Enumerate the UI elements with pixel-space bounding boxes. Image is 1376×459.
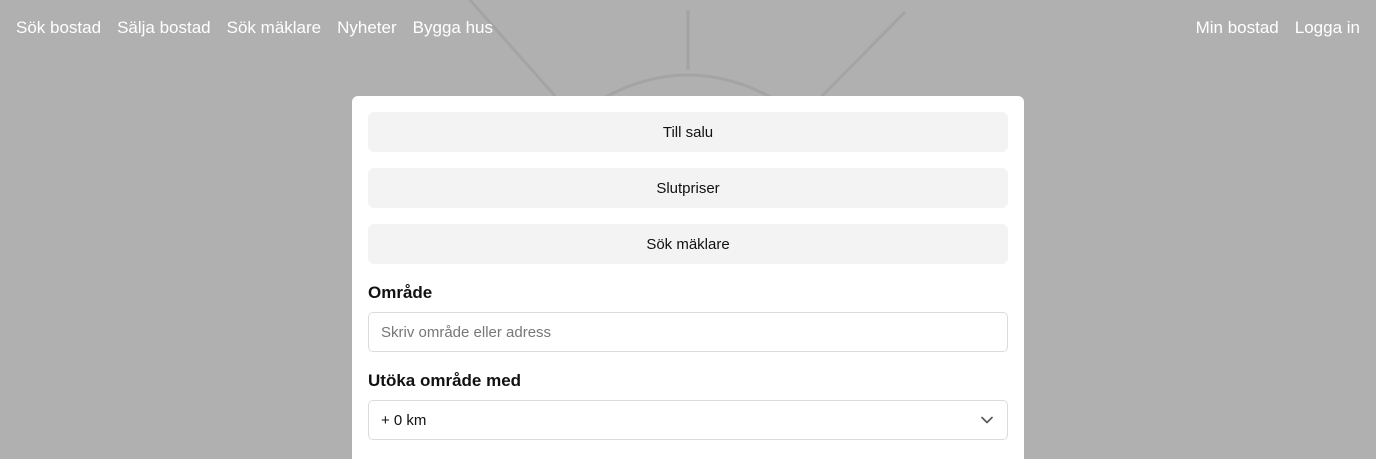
mode-button-sok-maklare[interactable]: Sök mäklare (368, 224, 1008, 264)
account-nav-links: Min bostad Logga in (1196, 17, 1360, 39)
nav-link-nyheter[interactable]: Nyheter (337, 17, 397, 39)
extend-area-select[interactable]: + 0 km (368, 400, 1008, 440)
chevron-down-icon (979, 412, 995, 428)
extend-area-label: Utöka område med (368, 371, 522, 390)
primary-nav-links: Sök bostad Sälja bostad Sök mäklare Nyhe… (16, 17, 493, 39)
nav-link-min-bostad[interactable]: Min bostad (1196, 17, 1279, 39)
mode-button-slutpriser[interactable]: Slutpriser (368, 168, 1008, 208)
mode-button-till-salu[interactable]: Till salu (368, 112, 1008, 152)
nav-link-logga-in[interactable]: Logga in (1295, 17, 1360, 39)
nav-link-sok-bostad[interactable]: Sök bostad (16, 17, 101, 39)
extend-area-selected-value: + 0 km (381, 411, 427, 429)
nav-link-salja-bostad[interactable]: Sälja bostad (117, 17, 211, 39)
nav-link-bygga-hus[interactable]: Bygga hus (413, 17, 493, 39)
area-search-input[interactable] (368, 312, 1008, 352)
nav-link-sok-maklare[interactable]: Sök mäklare (227, 17, 321, 39)
search-card: Till salu Slutpriser Sök mäklare Område … (352, 96, 1024, 459)
area-label: Område (368, 283, 433, 302)
top-navigation: Sök bostad Sälja bostad Sök mäklare Nyhe… (0, 0, 1376, 56)
